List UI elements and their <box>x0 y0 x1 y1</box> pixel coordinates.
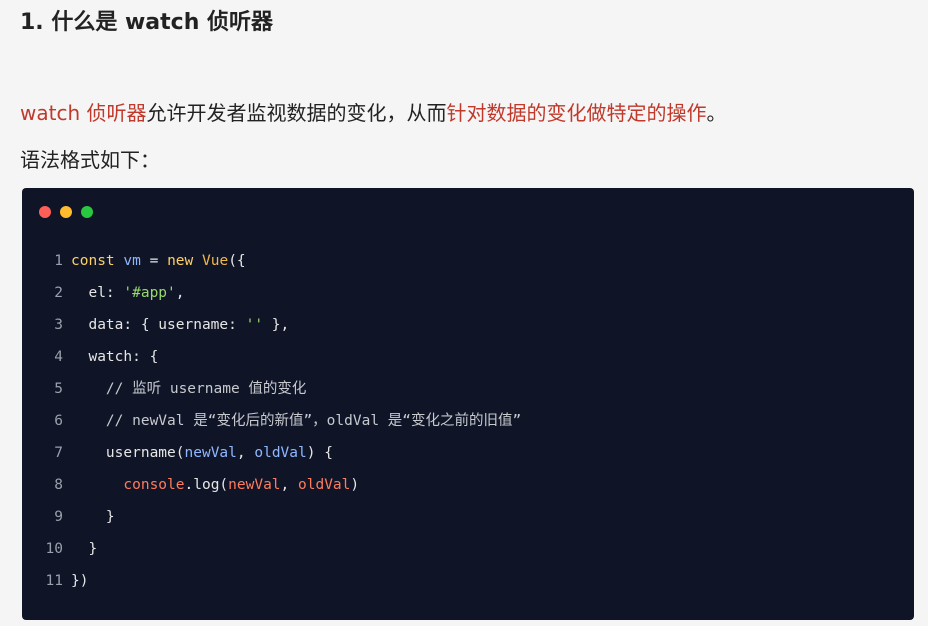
line-number: 9 <box>54 509 63 525</box>
code-line: 10 } <box>22 533 914 565</box>
code-token: Vue <box>202 253 229 269</box>
code-token: } <box>71 541 98 557</box>
code-token: , <box>280 477 299 493</box>
code-token: data: { username: <box>71 317 246 333</box>
code-line: 4 watch: { <box>22 341 914 373</box>
code-token: }, <box>263 317 290 333</box>
code-line: 9 } <box>22 501 914 533</box>
code-text: } <box>71 501 115 533</box>
code-token: // 监听 username 值的变化 <box>71 381 307 397</box>
line-number: 7 <box>54 445 63 461</box>
code-token: , <box>175 285 185 301</box>
code-token: ({ <box>228 253 246 269</box>
code-text: el: '#app', <box>71 277 185 309</box>
intro-paragraph: watch 侦听器允许开发者监视数据的变化，从而针对数据的变化做特定的操作。 <box>20 97 726 129</box>
section-heading: 1. 什么是 watch 侦听器 <box>20 10 274 35</box>
code-text: const vm = new Vue({ <box>71 245 246 277</box>
line-number: 8 <box>54 477 63 493</box>
code-text: data: { username: '' }, <box>71 309 289 341</box>
code-token: new <box>167 253 194 269</box>
code-text: } <box>71 533 97 565</box>
code-line: 7 username(newVal, oldVal) { <box>22 437 914 469</box>
syntax-label: 语法格式如下： <box>20 148 160 172</box>
maximize-dot-icon <box>81 206 93 218</box>
line-number: 11 <box>45 573 63 589</box>
line-number: 5 <box>54 381 63 397</box>
code-token: vm <box>123 253 141 269</box>
code-token: oldVal <box>298 477 351 493</box>
intro-text: 允许开发者监视数据的变化，从而 <box>146 101 447 125</box>
code-token: username( <box>71 445 185 461</box>
code-token: watch: { <box>71 349 159 365</box>
code-line: 2 el: '#app', <box>22 277 914 309</box>
code-token: // newVal 是“变化后的新值”，oldVal 是“变化之前的旧值” <box>71 413 522 429</box>
code-token: .log( <box>184 477 229 493</box>
code-text: // 监听 username 值的变化 <box>71 373 307 405</box>
window-controls <box>39 206 93 218</box>
line-number: 10 <box>45 541 63 557</box>
code-token: = <box>140 253 168 269</box>
code-token: }) <box>71 573 89 589</box>
line-number: 2 <box>54 285 63 301</box>
code-token: , <box>236 445 255 461</box>
minimize-dot-icon <box>60 206 72 218</box>
code-block: 1 const vm = new Vue({2 el: '#app', 3 data… <box>22 188 914 620</box>
code-line: 6 // newVal 是“变化后的新值”，oldVal 是“变化之前的旧值” <box>22 405 914 437</box>
code-line: 3 data: { username: '' }, <box>22 309 914 341</box>
code-token: '' <box>245 317 264 333</box>
line-number: 6 <box>54 413 63 429</box>
code-token: oldVal <box>254 445 307 461</box>
close-dot-icon <box>39 206 51 218</box>
code-token: el: <box>71 285 124 301</box>
code-line: 5 // 监听 username 值的变化 <box>22 373 914 405</box>
code-token: newVal <box>184 445 237 461</box>
code-token: console <box>123 477 185 493</box>
code-token: ) <box>350 477 360 493</box>
line-number: 3 <box>54 317 63 333</box>
code-token: } <box>71 509 115 525</box>
watch-term-highlight: watch 侦听器 <box>20 101 147 125</box>
code-text: watch: { <box>71 341 158 373</box>
code-text: }) <box>71 565 88 597</box>
code-line: 1 const vm = new Vue({ <box>22 245 914 277</box>
code-lines: 1 const vm = new Vue({2 el: '#app', 3 data… <box>22 245 914 597</box>
code-text: console.log(newVal, oldVal) <box>71 469 359 501</box>
code-line: 8 console.log(newVal, oldVal) <box>22 469 914 501</box>
code-token: newVal <box>228 477 281 493</box>
code-text: // newVal 是“变化后的新值”，oldVal 是“变化之前的旧值” <box>71 405 521 437</box>
code-token: ) { <box>306 445 333 461</box>
code-token: '#app' <box>123 285 176 301</box>
line-number: 4 <box>54 349 63 365</box>
emphasis-highlight: 针对数据的变化做特定的操作 <box>446 101 707 125</box>
intro-period: 。 <box>706 101 727 125</box>
code-line: 11}) <box>22 565 914 597</box>
code-text: username(newVal, oldVal) { <box>71 437 333 469</box>
line-number: 1 <box>54 253 63 269</box>
page: 1. 什么是 watch 侦听器 watch 侦听器允许开发者监视数据的变化，从… <box>0 0 928 626</box>
code-token: const <box>71 253 115 269</box>
